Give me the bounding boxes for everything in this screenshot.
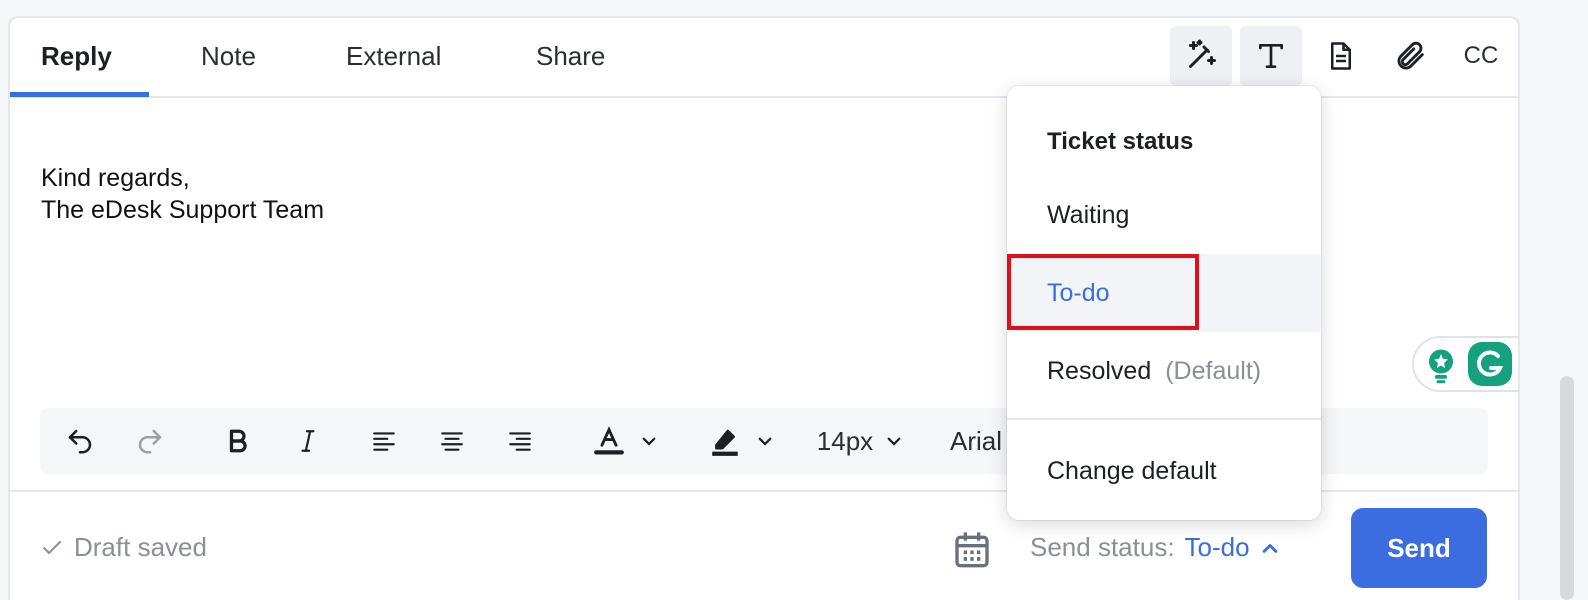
align-left-button[interactable] [364,408,404,474]
undo-button[interactable] [60,408,100,474]
menu-heading: Ticket status [1047,128,1194,155]
tab-external[interactable]: External [346,18,441,98]
bold-button[interactable] [218,408,258,474]
menu-item-resolved[interactable]: Resolved (Default) [1007,332,1321,410]
magic-wand-icon [1189,39,1216,68]
tab-note[interactable]: Note [201,18,256,98]
schedule-button[interactable] [950,526,994,572]
tab-share[interactable]: Share [536,18,605,98]
undo-icon [68,429,92,454]
lightbulb-icon [1429,349,1453,384]
message-body[interactable]: Kind regards, The eDesk Support Team [41,162,324,226]
menu-divider [1007,418,1321,420]
ticket-status-menu: Ticket status Waiting To-do Resolved (Def… [1007,86,1321,520]
cc-label: CC [1463,42,1499,69]
reply-panel: Reply Note External Share CC Kind regard… [8,16,1520,600]
highlighter-icon [712,429,738,456]
send-status-label: Send status: [1030,532,1175,562]
menu-item-label: Resolved [1047,357,1152,385]
bold-icon [229,429,247,453]
send-status-toggle[interactable]: Send status: To-do [1030,532,1280,563]
align-left-icon [373,432,395,451]
align-right-icon [509,432,531,451]
cc-button[interactable]: CC [1450,26,1512,86]
menu-item-waiting[interactable]: Waiting [1007,176,1321,254]
body-line: Kind regards, [41,164,190,192]
tab-reply[interactable]: Reply [41,18,112,98]
text-format-button[interactable] [1240,26,1302,86]
body-line: The eDesk Support Team [41,196,325,224]
chevron-down-icon [642,437,656,446]
align-center-button[interactable] [432,408,472,474]
redo-icon [138,429,162,454]
send-button[interactable]: Send [1351,508,1487,588]
redo-button[interactable] [130,408,170,474]
annotation-highlight [1007,254,1199,330]
font-size-select[interactable]: 14px [810,408,910,474]
ai-assist-button[interactable] [1170,26,1232,86]
italic-button[interactable] [288,408,328,474]
menu-item-label: Waiting [1047,201,1130,229]
text-format-icon [1259,44,1283,68]
template-button[interactable] [1310,26,1372,86]
default-note: (Default) [1165,357,1262,385]
font-size-value: 14px [816,425,874,456]
grammarly-icon [1468,342,1512,386]
check-icon [43,540,61,554]
draft-status: Draft saved [40,532,207,563]
align-right-button[interactable] [500,408,540,474]
attach-button[interactable] [1380,26,1442,86]
calendar-icon [955,532,989,568]
font-family-value: Arial [950,425,1003,456]
align-center-icon [441,432,463,451]
chevron-down-icon [758,437,772,446]
active-tab-indicator [10,92,149,97]
grammarly-widget[interactable] [1412,336,1518,392]
page-scrollbar[interactable] [1560,376,1574,600]
text-color-icon [594,426,624,455]
change-default-item[interactable]: Change default [1007,432,1321,510]
italic-icon [301,430,315,452]
highlight-color-button[interactable] [696,408,786,474]
chevron-down-icon [887,437,901,446]
send-status-value: To-do [1184,532,1250,562]
draft-label: Draft saved [74,532,207,562]
paperclip-icon [1397,41,1424,70]
text-color-button[interactable] [580,408,670,474]
menu-item-label: Change default [1047,457,1217,485]
chevron-up-icon [1262,543,1277,553]
document-icon [1331,42,1351,70]
